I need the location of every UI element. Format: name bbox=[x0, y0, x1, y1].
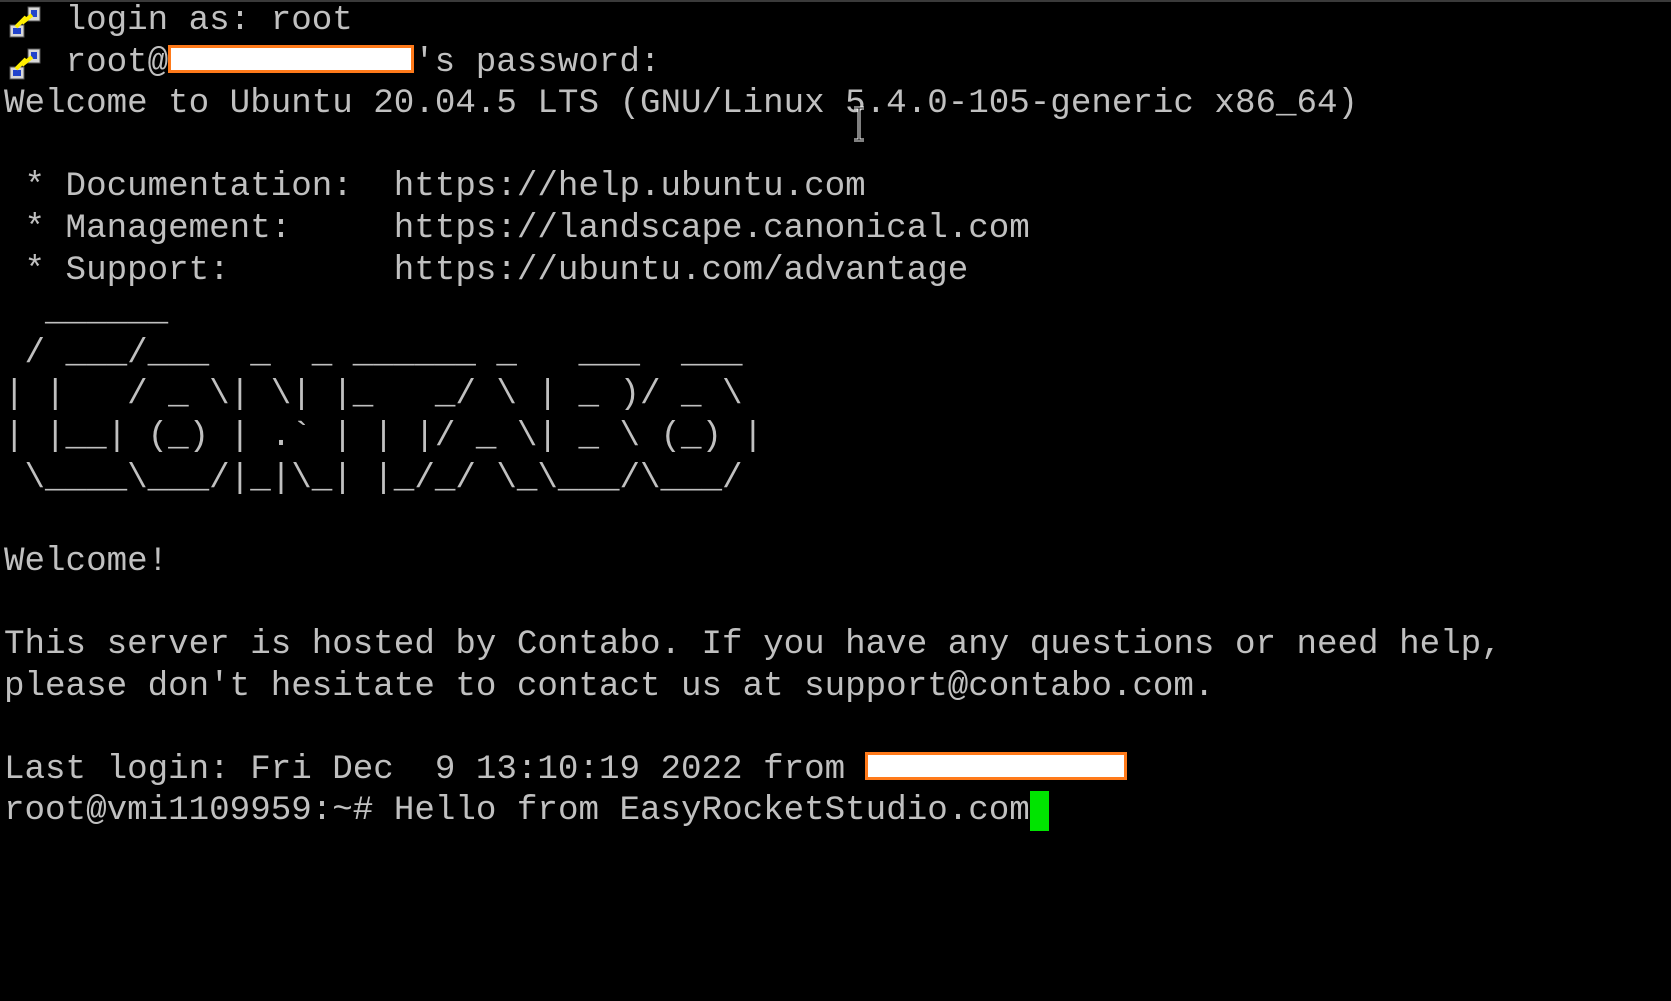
prompt-line[interactable]: root@vmi1109959:~# Hello from EasyRocket… bbox=[4, 791, 1671, 833]
last-login-line: Last login: Fri Dec 9 13:10:19 2022 from bbox=[4, 750, 1671, 792]
terminal-cursor bbox=[1029, 791, 1049, 832]
password-line: root@ 's password: bbox=[4, 43, 1671, 85]
typed-command[interactable]: Hello from EasyRocketStudio.com bbox=[373, 792, 1030, 830]
password-prefix: root@ bbox=[65, 43, 169, 82]
redacted-host bbox=[168, 44, 415, 73]
last-login-text: Last login: Fri Dec 9 13:10:19 2022 from bbox=[4, 750, 846, 789]
shell-prompt: root@vmi1109959:~# bbox=[4, 792, 374, 831]
banner-line: / ___/___ _ _ ______ _ ___ ___ bbox=[4, 334, 743, 373]
redacted-ip bbox=[865, 751, 1128, 780]
welcome-line: Welcome to Ubuntu 20.04.5 LTS (GNU/Linux… bbox=[4, 85, 1359, 124]
putty-icon bbox=[9, 6, 41, 38]
banner-line: ______ bbox=[4, 293, 169, 332]
password-suffix: 's password: bbox=[414, 43, 661, 82]
motd-documentation: * Documentation: https://help.ubuntu.com bbox=[4, 168, 866, 207]
hosted-line-1: This server is hosted by Contabo. If you… bbox=[4, 625, 1502, 664]
banner-line: \____\___/|_|\_| |_/_/ \_\___/\___/ bbox=[4, 459, 743, 498]
terminal-screen[interactable]: login as: root root@ 's password: Welcome… bbox=[4, 1, 1671, 833]
motd-support: * Support: https://ubuntu.com/advantage bbox=[4, 251, 969, 290]
banner-line: | |__| (_) | .` | | |/ _ \| _ \ (_) | bbox=[4, 417, 764, 456]
putty-icon bbox=[9, 48, 41, 80]
hosted-line-2: please don't hesitate to contact us at s… bbox=[4, 667, 1215, 706]
text-cursor-ibeam-icon bbox=[854, 106, 864, 142]
login-line: login as: root bbox=[4, 1, 1671, 43]
motd-management: * Management: https://landscape.canonica… bbox=[4, 209, 1030, 248]
login-text: login as: root bbox=[65, 2, 353, 40]
greeting-line: Welcome! bbox=[4, 542, 169, 581]
banner-line: | | / _ \| \| |_ _/ \ | _ )/ _ \ bbox=[4, 376, 743, 415]
